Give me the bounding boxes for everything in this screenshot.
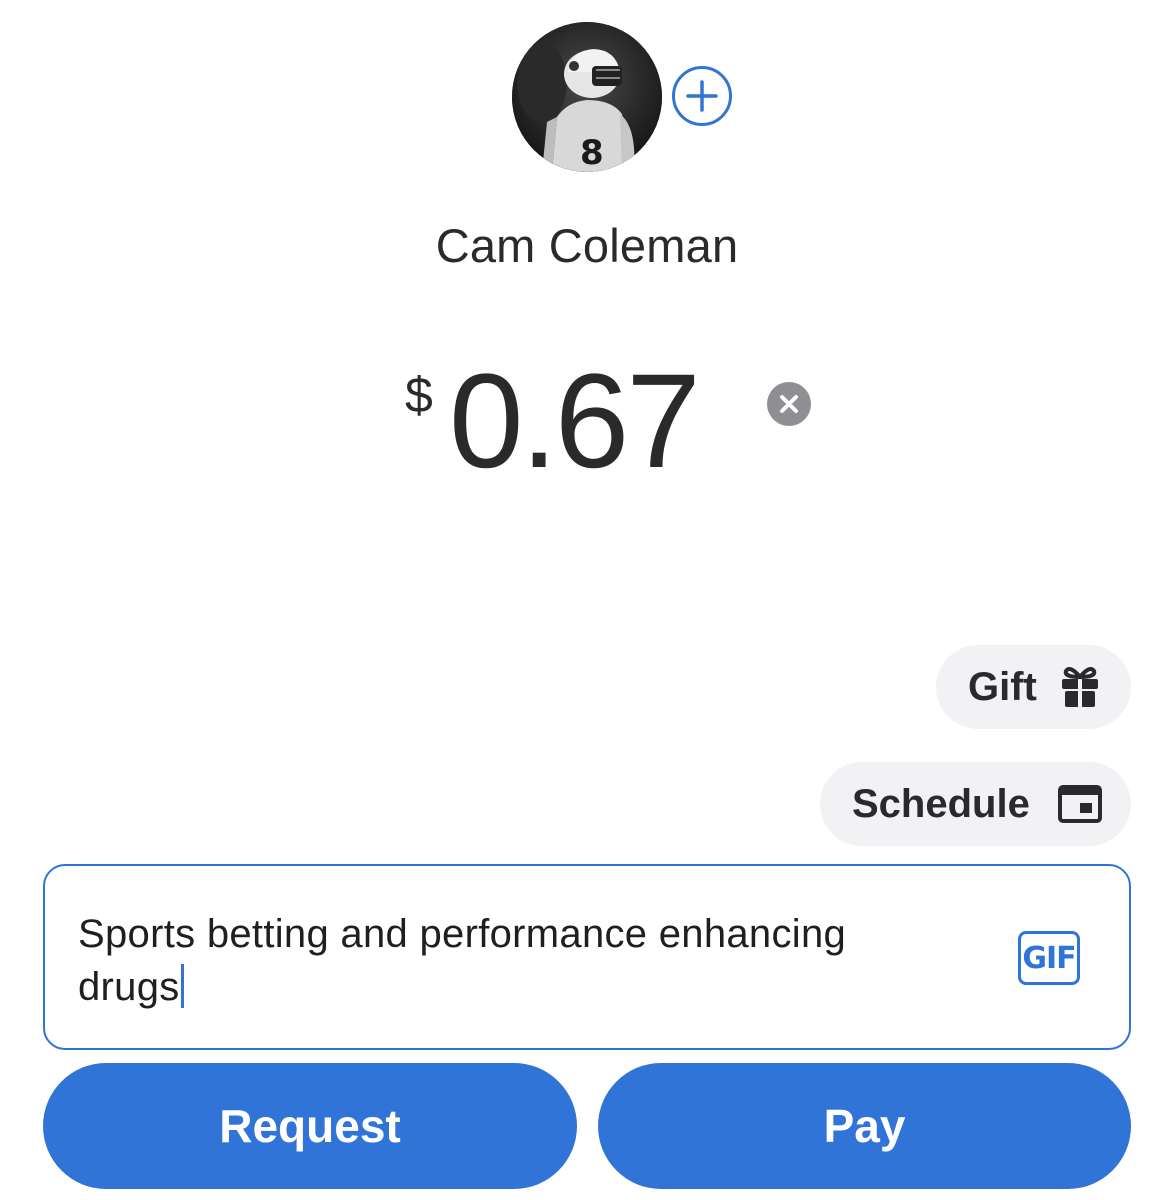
text-cursor: [180, 964, 184, 1008]
request-button[interactable]: Request: [43, 1063, 577, 1189]
gift-button[interactable]: Gift: [936, 645, 1131, 729]
amount-value: 0.67: [449, 347, 701, 496]
gift-icon: [1062, 667, 1098, 707]
clear-amount-button[interactable]: [767, 382, 811, 426]
recipient-name: Cam Coleman: [435, 219, 739, 272]
player-photo-image: 8: [512, 22, 662, 172]
gift-label: Gift: [968, 664, 1037, 709]
gif-label: GIF: [1022, 940, 1076, 976]
calendar-icon: [1058, 785, 1102, 823]
note-text[interactable]: Sports betting and performance enhancing…: [78, 908, 958, 1014]
request-label: Request: [219, 1100, 401, 1152]
note-text-value: Sports betting and performance enhancing…: [78, 912, 847, 1009]
schedule-label: Schedule: [852, 781, 1030, 826]
schedule-button[interactable]: Schedule: [820, 762, 1131, 846]
svg-text:8: 8: [580, 133, 604, 172]
plus-icon: [686, 80, 718, 112]
pay-label: Pay: [823, 1100, 906, 1152]
gif-button[interactable]: GIF: [1018, 931, 1080, 985]
currency-symbol: $: [405, 367, 433, 423]
note-input[interactable]: Sports betting and performance enhancing…: [43, 864, 1131, 1050]
recipient-avatar[interactable]: 8: [512, 22, 662, 172]
pay-button[interactable]: Pay: [598, 1063, 1131, 1189]
close-icon: [780, 395, 798, 413]
add-contact-button[interactable]: [672, 66, 732, 126]
